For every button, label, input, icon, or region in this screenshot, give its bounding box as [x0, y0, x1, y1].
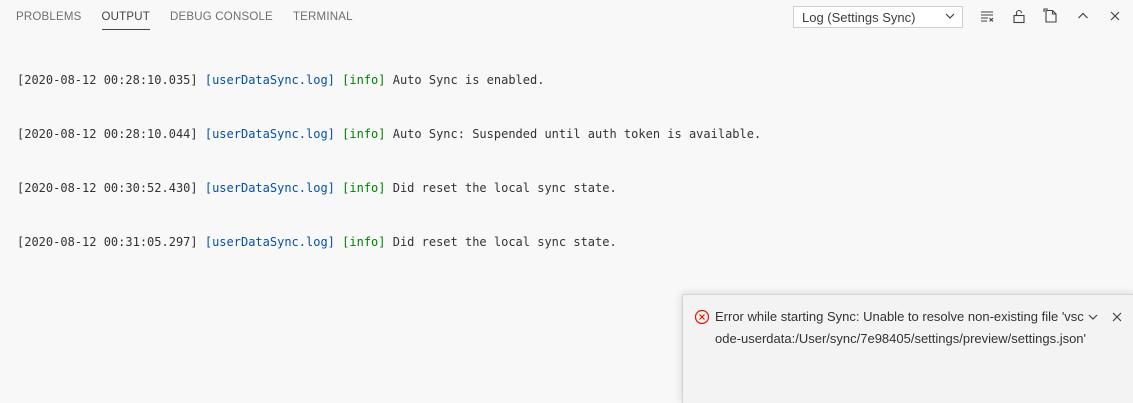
log-line: [2020-08-12 00:30:52.430] [userDataSync.…	[17, 179, 1123, 197]
lock-scroll-icon[interactable]	[1010, 7, 1028, 25]
log-timestamp: [2020-08-12 00:30:52.430]	[17, 181, 198, 195]
panel-tabs: PROBLEMS OUTPUT DEBUG CONSOLE TERMINAL	[6, 0, 363, 34]
log-timestamp: [2020-08-12 00:31:05.297]	[17, 235, 198, 249]
tab-problems[interactable]: PROBLEMS	[6, 0, 92, 34]
log-file: [userDataSync.log]	[204, 73, 335, 87]
error-notification: Error while starting Sync: Unable to res…	[682, 294, 1133, 403]
tab-output[interactable]: OUTPUT	[92, 0, 160, 34]
log-message: Auto Sync: Suspended until auth token is…	[392, 127, 762, 141]
log-line: [2020-08-12 00:28:10.044] [userDataSync.…	[17, 125, 1123, 143]
log-file: [userDataSync.log]	[204, 235, 335, 249]
log-level: [info]	[342, 73, 386, 87]
collapse-icon[interactable]	[1085, 309, 1101, 325]
open-log-file-icon[interactable]	[1042, 7, 1060, 25]
error-icon	[694, 309, 710, 325]
maximize-panel-icon[interactable]	[1074, 7, 1092, 25]
log-message: Auto Sync is enabled.	[392, 73, 545, 87]
log-message: Did reset the local sync state.	[392, 235, 617, 249]
log-timestamp: [2020-08-12 00:28:10.035]	[17, 73, 198, 87]
tab-terminal[interactable]: TERMINAL	[283, 0, 363, 34]
log-file: [userDataSync.log]	[204, 181, 335, 195]
clear-output-icon[interactable]	[978, 7, 996, 25]
log-line: [2020-08-12 00:31:05.297] [userDataSync.…	[17, 233, 1123, 251]
close-icon[interactable]	[1109, 309, 1125, 325]
close-panel-icon[interactable]	[1106, 7, 1124, 25]
log-file: [userDataSync.log]	[204, 127, 335, 141]
chevron-down-icon	[945, 13, 955, 19]
tab-debug-console[interactable]: DEBUG CONSOLE	[160, 0, 283, 34]
log-level: [info]	[342, 127, 386, 141]
output-channel-select[interactable]: Log (Settings Sync)	[793, 6, 963, 28]
log-level: [info]	[342, 235, 386, 249]
output-channel-value: Log (Settings Sync)	[802, 9, 916, 25]
log-line: [2020-08-12 00:28:10.035] [userDataSync.…	[17, 71, 1123, 89]
log-timestamp: [2020-08-12 00:28:10.044]	[17, 127, 198, 141]
panel-header: PROBLEMS OUTPUT DEBUG CONSOLE TERMINAL L…	[0, 0, 1133, 34]
output-log: [2020-08-12 00:28:10.035] [userDataSync.…	[17, 35, 1123, 269]
log-message: Did reset the local sync state.	[392, 181, 617, 195]
notification-message: Error while starting Sync: Unable to res…	[715, 309, 1087, 346]
log-level: [info]	[342, 181, 386, 195]
